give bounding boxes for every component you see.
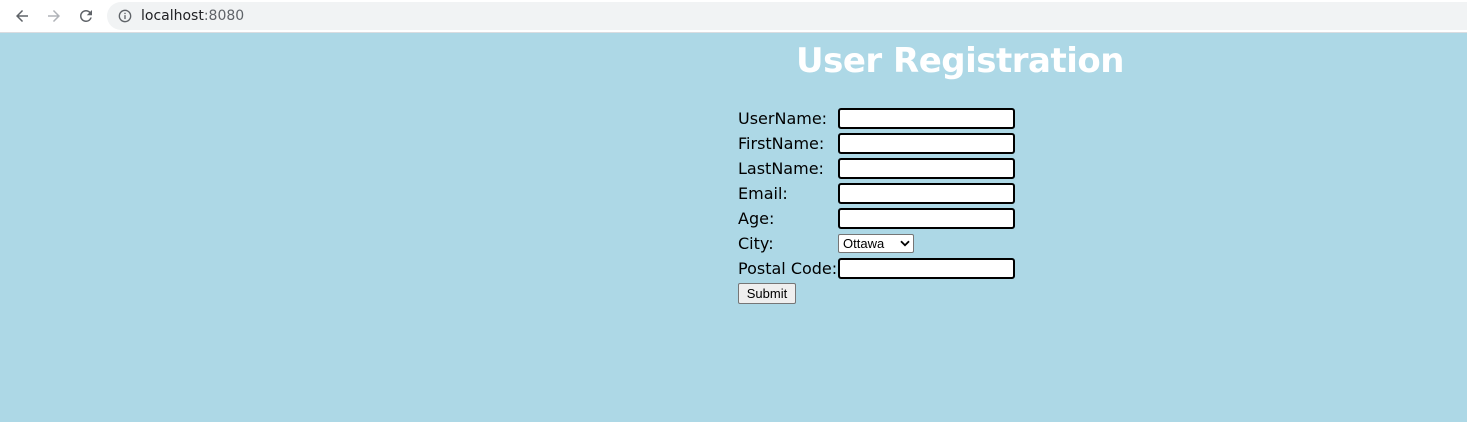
firstname-input[interactable] xyxy=(838,133,1015,154)
url-port: :8080 xyxy=(203,8,245,24)
chevron-down-icon xyxy=(900,240,910,247)
browser-toolbar: localhost:8080 xyxy=(0,0,1467,33)
firstname-label: FirstName: xyxy=(738,134,825,153)
form-row-age: Age: xyxy=(738,206,1015,231)
back-arrow-icon xyxy=(16,10,28,22)
forward-button[interactable] xyxy=(42,4,66,28)
reload-button[interactable] xyxy=(74,4,98,28)
email-input[interactable] xyxy=(838,183,1015,204)
reload-icon xyxy=(80,9,92,22)
email-label: Email: xyxy=(738,184,788,203)
postal-code-input[interactable] xyxy=(838,258,1015,279)
lastname-input[interactable] xyxy=(838,158,1015,179)
form-row-lastname: LastName: xyxy=(738,156,1015,181)
city-label: City: xyxy=(738,234,774,253)
submit-button[interactable]: Submit xyxy=(738,283,796,304)
username-input[interactable] xyxy=(838,108,1015,129)
city-select[interactable]: Ottawa xyxy=(838,234,914,253)
form-row-firstname: FirstName: xyxy=(738,131,1015,156)
form-row-username: UserName: xyxy=(738,106,1015,131)
forward-arrow-icon xyxy=(48,10,60,22)
form-row-city: City: Ottawa xyxy=(738,231,914,256)
url-host: localhost xyxy=(141,8,204,24)
postal-code-label: Postal Code: xyxy=(738,259,838,278)
page-body: User Registration UserName: FirstName: L… xyxy=(0,33,1467,422)
age-input[interactable] xyxy=(838,208,1015,229)
address-bar[interactable]: localhost:8080 xyxy=(107,2,1467,30)
username-label: UserName: xyxy=(738,109,828,128)
age-label: Age: xyxy=(738,209,775,228)
form-row-postal-code: Postal Code: xyxy=(738,256,1015,281)
lastname-label: LastName: xyxy=(738,159,824,178)
info-icon[interactable] xyxy=(118,9,132,23)
page-title: User Registration xyxy=(796,41,1124,81)
form-row-email: Email: xyxy=(738,181,1015,206)
back-button[interactable] xyxy=(10,4,34,28)
url-text: localhost:8080 xyxy=(141,8,244,24)
city-selected-value: Ottawa xyxy=(843,236,885,251)
